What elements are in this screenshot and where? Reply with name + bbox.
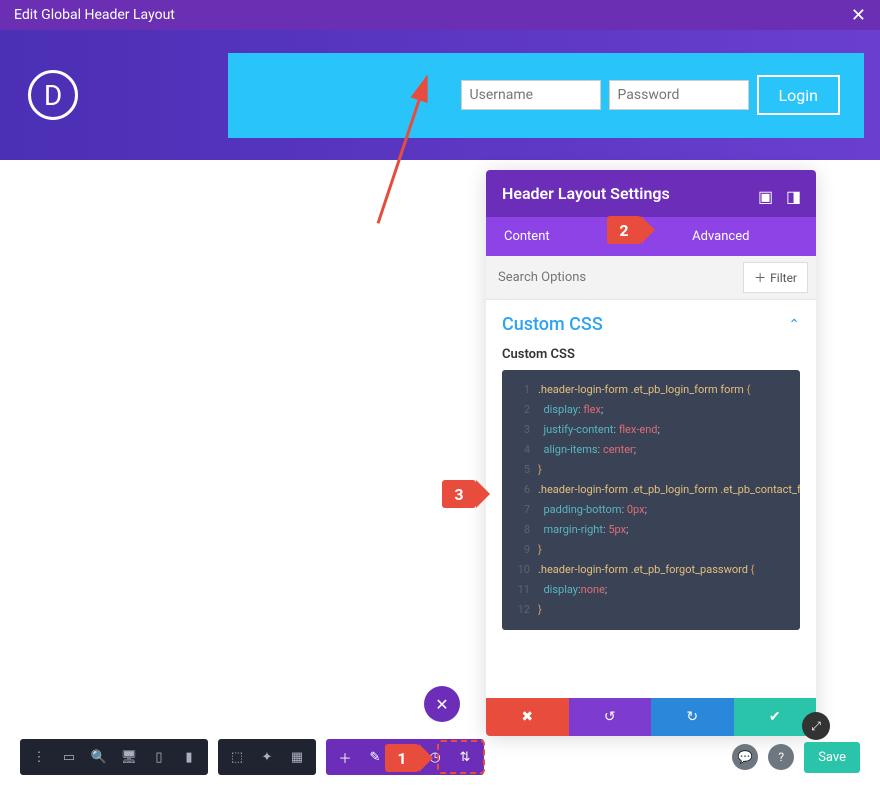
click-icon[interactable]: ✦	[252, 743, 282, 771]
tab-advanced[interactable]: Advanced	[674, 217, 767, 256]
zoom-icon[interactable]: 🔍	[84, 743, 114, 771]
callout-1: 1	[385, 744, 419, 772]
redo-button[interactable]: ↻	[651, 698, 734, 736]
page-title: Edit Global Header Layout	[14, 7, 175, 23]
field-label: Custom CSS	[502, 347, 800, 362]
close-icon[interactable]: ✕	[851, 5, 866, 26]
divi-logo: D	[28, 70, 78, 120]
help-icon[interactable]: ?	[768, 744, 794, 770]
chat-icon[interactable]: 💬	[732, 744, 758, 770]
grid-icon[interactable]: ▦	[282, 743, 312, 771]
tab-content[interactable]: Content	[486, 217, 568, 256]
focus-icon[interactable]: ▣	[758, 187, 772, 201]
phone-icon[interactable]: ▮	[174, 743, 204, 771]
wireframe-icon[interactable]: ▭	[54, 743, 84, 771]
builder-toolbar: ⋮ ▭ 🔍 🖥 ▯ ▮ ⬚ ✦ ▦ ＋ ✎ ⚙ ◷ ⇅ 💬 ? Save	[20, 739, 860, 775]
login-button[interactable]: Login	[757, 75, 840, 115]
collapse-button[interactable]: ✕	[424, 686, 460, 722]
username-input[interactable]	[461, 80, 601, 110]
undo-button[interactable]: ↺	[569, 698, 652, 736]
callout-3: 3	[442, 480, 476, 508]
search-options-input[interactable]	[486, 260, 735, 295]
settings-panel: Header Layout Settings ▣ ◨ Content D Adv…	[486, 170, 816, 736]
password-input[interactable]	[609, 80, 749, 110]
panel-title: Header Layout Settings	[502, 184, 670, 203]
desktop-icon[interactable]: 🖥	[114, 743, 144, 771]
expand-icon[interactable]: ⤢	[802, 712, 830, 740]
menu-icon[interactable]: ⋮	[24, 743, 54, 771]
save-button[interactable]: Save	[804, 742, 860, 773]
css-code-editor[interactable]: 1.header-login-form .et_pb_login_form fo…	[502, 370, 800, 630]
add-icon[interactable]: ＋	[330, 743, 360, 771]
chevron-up-icon[interactable]: ⌃	[788, 317, 800, 333]
select-icon[interactable]: ⬚	[222, 743, 252, 771]
login-bar: Login	[228, 53, 864, 138]
filter-button[interactable]: ＋Filter	[743, 262, 808, 293]
tablet-icon[interactable]: ▯	[144, 743, 174, 771]
section-title[interactable]: Custom CSS	[502, 314, 603, 335]
callout-2: 2	[607, 216, 641, 244]
discard-button[interactable]: ✖	[486, 698, 569, 736]
sliders-icon[interactable]: ⇅	[450, 743, 480, 771]
snap-icon[interactable]: ◨	[786, 187, 800, 201]
